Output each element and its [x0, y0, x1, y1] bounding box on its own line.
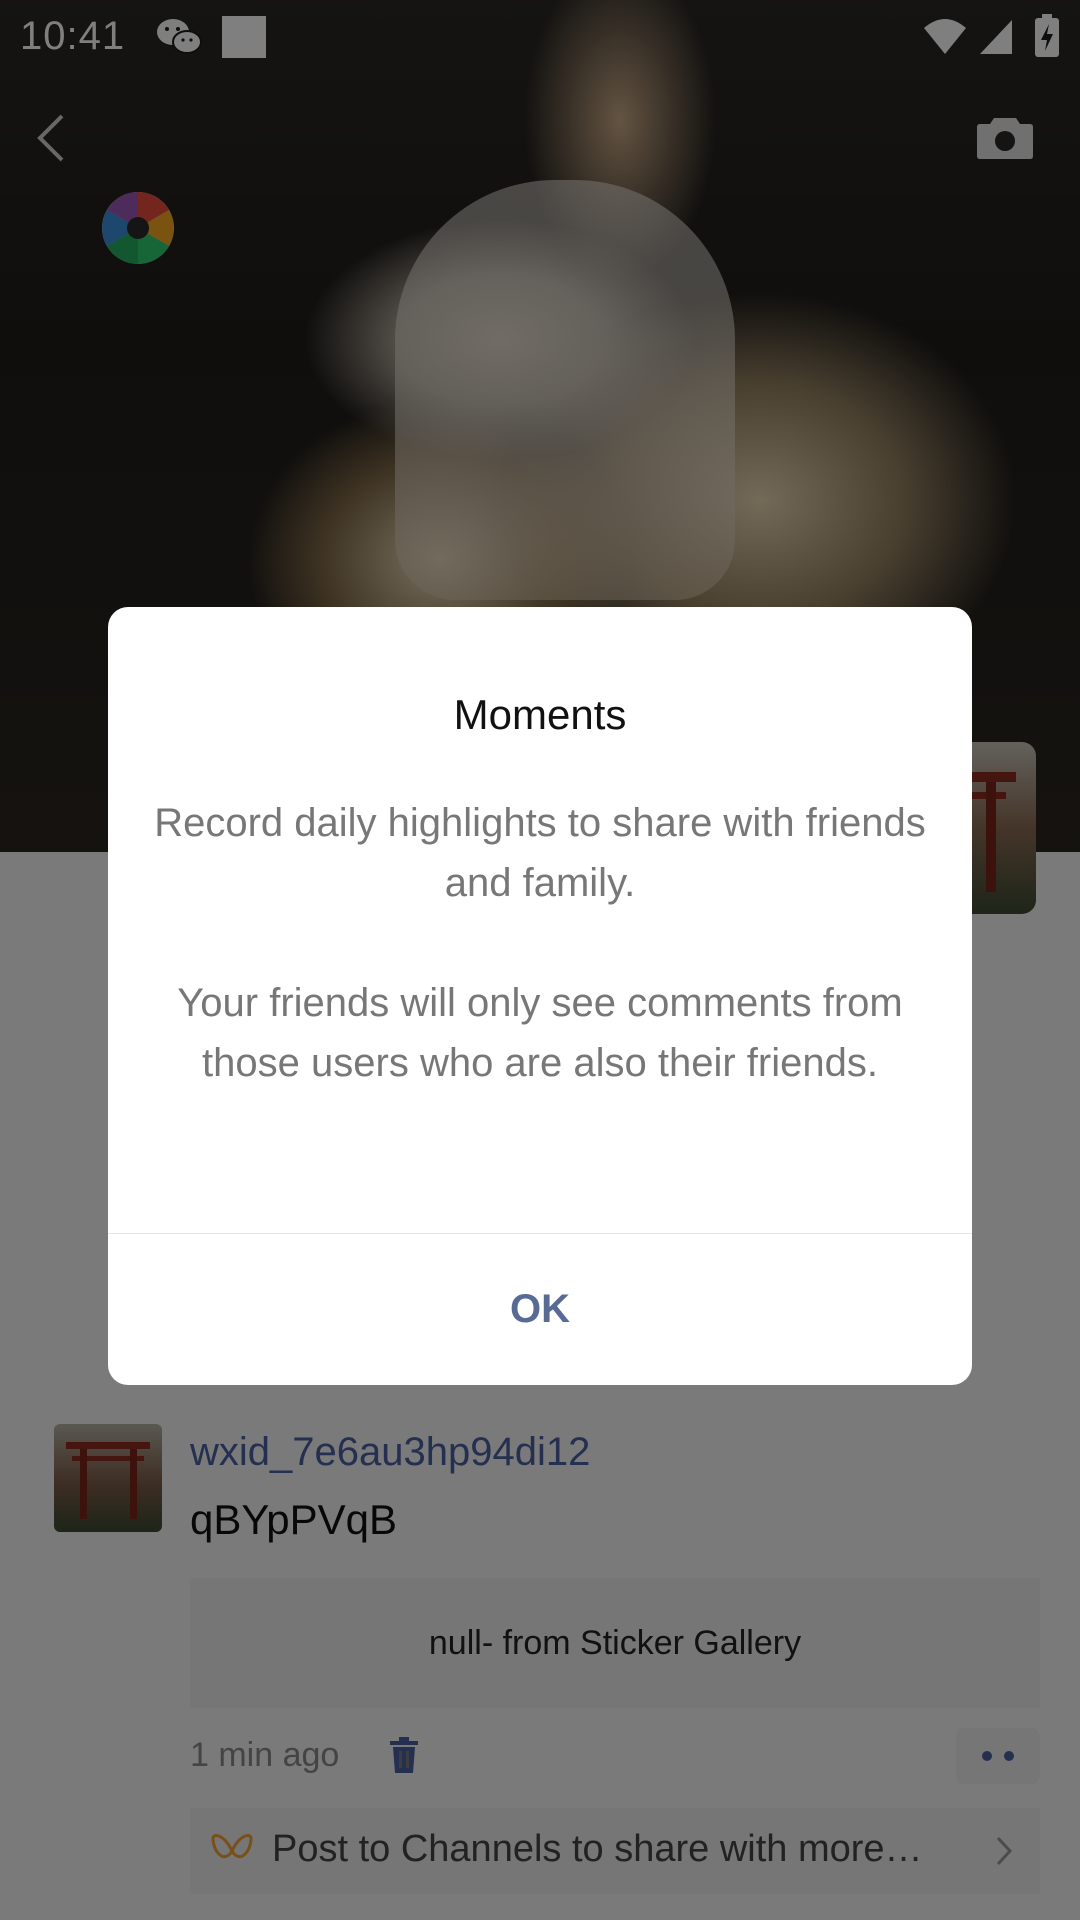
dialog-title: Moments [453, 691, 627, 738]
dialog-paragraph: Record daily highlights to share with fr… [154, 801, 926, 905]
dialog-body: Record daily highlights to share with fr… [148, 793, 932, 1093]
ok-button[interactable]: OK [108, 1234, 972, 1385]
moments-dialog: Moments Record daily highlights to share… [108, 607, 972, 1385]
dialog-paragraph: Your friends will only see comments from… [177, 981, 903, 1085]
